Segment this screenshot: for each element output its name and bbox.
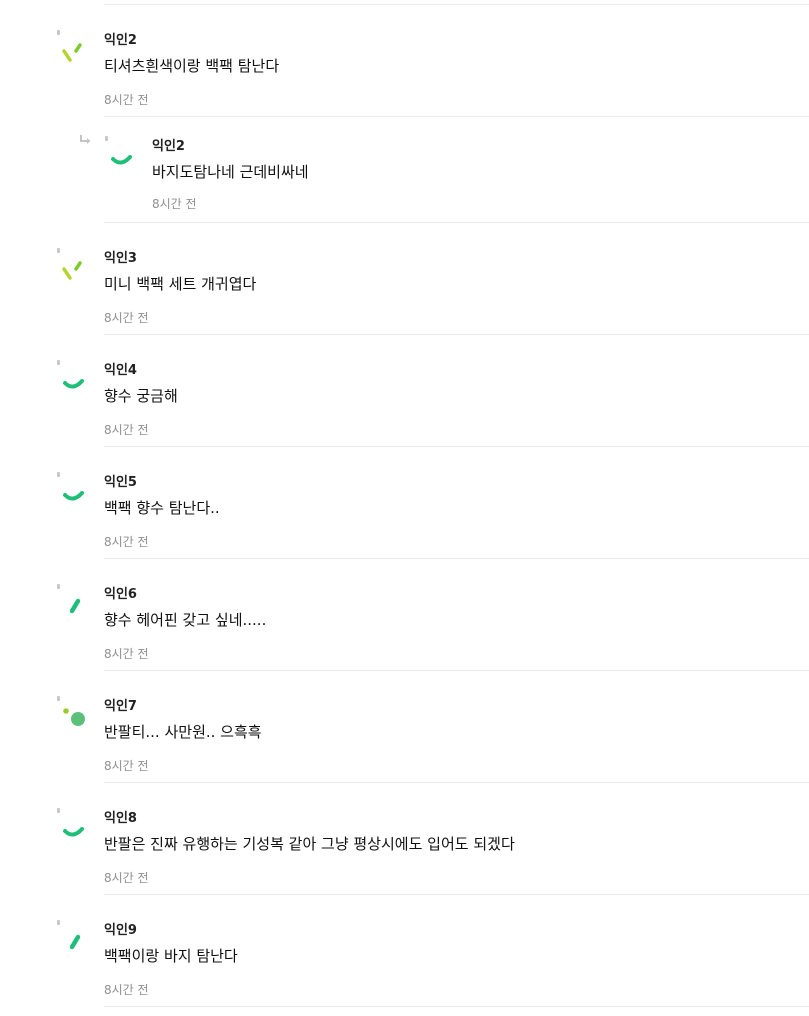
comment-item: 익인9 백팩이랑 바지 탐난다 8시간 전 xyxy=(0,895,809,1007)
comment-author[interactable]: 익인7 xyxy=(104,695,137,714)
comment-text: 미니 백팩 세트 개귀엽다 xyxy=(104,275,257,293)
comment-item: 익인5 백팩 향수 탐난다.. 8시간 전 xyxy=(0,447,809,559)
comment-item: 익인2 티셔츠흰색이랑 백팩 탐난다 8시간 전 xyxy=(0,5,809,117)
comment-item: 익인3 미니 백팩 세트 개귀엽다 8시간 전 xyxy=(0,223,809,335)
slash-green-icon xyxy=(57,584,81,614)
comment-time: 8시간 전 xyxy=(104,93,149,107)
reply-item: 익인2 바지도탐나네 근데비싸네 8시간 전 xyxy=(0,117,809,223)
avatar[interactable] xyxy=(52,27,92,67)
comment-text: 백팩이랑 바지 탐난다 xyxy=(104,947,238,965)
avatar[interactable] xyxy=(52,245,92,285)
comment-time: 8시간 전 xyxy=(104,871,149,885)
comment-list: 익인2 티셔츠흰색이랑 백팩 탐난다 8시간 전 익인2 바지도탐나네 근데비싸… xyxy=(0,5,809,1007)
comment-text: 반팔티... 사만원.. 으흑흑 xyxy=(104,723,262,741)
comment-time: 8시간 전 xyxy=(104,759,149,773)
avatar[interactable] xyxy=(52,469,92,509)
comment-author[interactable]: 익인8 xyxy=(104,807,137,826)
comment-time: 8시간 전 xyxy=(104,983,149,997)
comment-page: 익인2 티셔츠흰색이랑 백팩 탐난다 8시간 전 익인2 바지도탐나네 근데비싸… xyxy=(0,0,809,1016)
avatar[interactable] xyxy=(100,133,140,173)
comment-item: 익인7 반팔티... 사만원.. 으흑흑 8시간 전 xyxy=(0,671,809,783)
comment-author[interactable]: 익인5 xyxy=(104,471,137,490)
comment-text: 바지도탐나네 근데비싸네 xyxy=(152,163,309,181)
comment-body: 익인3 미니 백팩 세트 개귀엽다 8시간 전 xyxy=(104,223,809,335)
dash-pair-lime-icon xyxy=(57,248,82,280)
comment-text: 백팩 향수 탐난다.. xyxy=(104,499,220,517)
comment-item: 익인4 향수 궁금해 8시간 전 xyxy=(0,335,809,447)
comment-text: 향수 헤어핀 갖고 싶네..... xyxy=(104,611,267,629)
comment-body: 익인2 티셔츠흰색이랑 백팩 탐난다 8시간 전 xyxy=(104,5,809,117)
smile-arc-green-icon xyxy=(105,136,132,165)
comment-author[interactable]: 익인2 xyxy=(152,135,185,154)
comment-item: 익인6 향수 헤어핀 갖고 싶네..... 8시간 전 xyxy=(0,559,809,671)
comment-text: 티셔츠흰색이랑 백팩 탐난다 xyxy=(104,57,280,75)
smile-arc-green-icon xyxy=(57,808,84,837)
comment-body: 익인4 향수 궁금해 8시간 전 xyxy=(104,335,809,447)
comment-time: 8시간 전 xyxy=(104,535,149,549)
comment-text: 반팔은 진짜 유행하는 기성복 같아 그냥 평상시에도 입어도 되겠다 xyxy=(104,835,515,853)
avatar[interactable] xyxy=(52,693,92,733)
slash-green-icon xyxy=(57,920,81,950)
comment-author[interactable]: 익인9 xyxy=(104,919,137,938)
comment-author[interactable]: 익인3 xyxy=(104,247,137,266)
comment-time: 8시간 전 xyxy=(152,197,197,211)
comment-body: 익인5 백팩 향수 탐난다.. 8시간 전 xyxy=(104,447,809,559)
avatar[interactable] xyxy=(52,805,92,845)
comment-body: 익인7 반팔티... 사만원.. 으흑흑 8시간 전 xyxy=(104,671,809,783)
comment-body: 익인6 향수 헤어핀 갖고 싶네..... 8시간 전 xyxy=(104,559,809,671)
avatar[interactable] xyxy=(52,917,92,957)
comment-text: 향수 궁금해 xyxy=(104,387,178,405)
comment-author[interactable]: 익인4 xyxy=(104,359,137,378)
avatar[interactable] xyxy=(52,357,92,397)
comment-item: 익인8 반팔은 진짜 유행하는 기성복 같아 그냥 평상시에도 입어도 되겠다 … xyxy=(0,783,809,895)
comment-time: 8시간 전 xyxy=(104,647,149,661)
reply-arrow-icon xyxy=(80,135,91,144)
comment-body: 익인8 반팔은 진짜 유행하는 기성복 같아 그냥 평상시에도 입어도 되겠다 … xyxy=(104,783,809,895)
smile-arc-green-icon xyxy=(57,472,84,501)
comment-body: 익인9 백팩이랑 바지 탐난다 8시간 전 xyxy=(104,895,809,1007)
comment-body: 익인2 바지도탐나네 근데비싸네 8시간 전 xyxy=(152,117,809,223)
dash-pair-lime-icon xyxy=(57,30,82,62)
comment-time: 8시간 전 xyxy=(104,311,149,325)
dot-pair-green-icon xyxy=(57,696,85,726)
smile-arc-green-icon xyxy=(57,360,84,389)
comment-time: 8시간 전 xyxy=(104,423,149,437)
comment-author[interactable]: 익인2 xyxy=(104,29,137,48)
comment-author[interactable]: 익인6 xyxy=(104,583,137,602)
avatar[interactable] xyxy=(52,581,92,621)
